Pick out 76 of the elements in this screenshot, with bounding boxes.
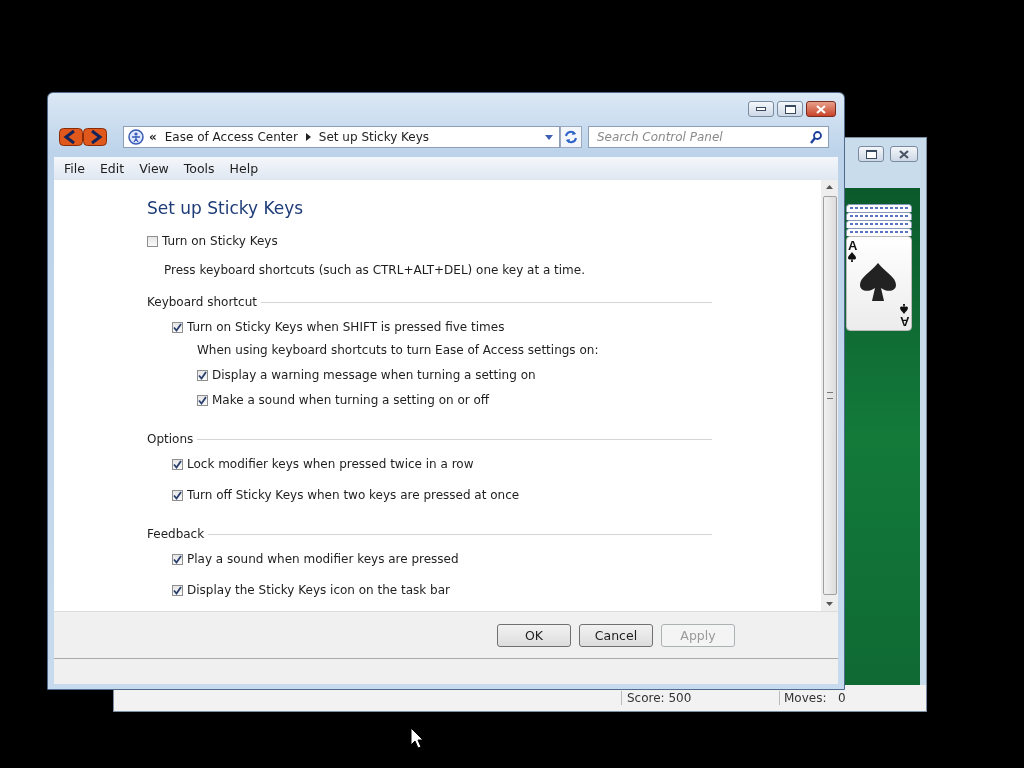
mouse-cursor bbox=[410, 727, 424, 749]
checkbox-option[interactable]: Display a warning message when turning a setting on bbox=[197, 367, 712, 383]
checkbox-option[interactable]: Play a sound when modifier keys are pressed bbox=[172, 551, 712, 567]
checkbox[interactable] bbox=[197, 369, 208, 381]
option-label: Turn off Sticky Keys when two keys are pressed at once bbox=[187, 488, 520, 502]
menu-item[interactable]: File bbox=[58, 161, 94, 176]
option-label: Lock modifier keys when pressed twice in a row bbox=[187, 457, 474, 471]
dialog-button[interactable]: OK bbox=[497, 623, 571, 647]
checkmark-icon bbox=[198, 395, 207, 405]
option-label: Turn on Sticky Keys bbox=[162, 234, 278, 248]
score-label: Score: 500 bbox=[621, 691, 692, 705]
breadcrumb-item[interactable]: Ease of Access Center bbox=[164, 130, 298, 144]
forward-button[interactable] bbox=[83, 128, 107, 146]
checkbox-option[interactable]: Turn on Sticky Keys when SHIFT is pressed five times bbox=[172, 319, 712, 335]
spade-icon bbox=[860, 263, 896, 301]
option-label: Display the Sticky Keys icon on the task bar bbox=[187, 583, 450, 597]
section-title: Keyboard shortcut bbox=[147, 295, 257, 309]
checkbox[interactable] bbox=[147, 235, 158, 247]
breadcrumb-item[interactable]: Set up Sticky Keys bbox=[318, 130, 430, 144]
menu-item[interactable]: Edit bbox=[93, 161, 134, 176]
card-rank: A bbox=[848, 239, 858, 252]
menu-item[interactable]: View bbox=[133, 161, 178, 176]
maximize-button[interactable] bbox=[777, 101, 803, 117]
dialog-button[interactable]: Cancel bbox=[579, 623, 653, 647]
section-title: Feedback bbox=[147, 527, 205, 541]
spade-icon bbox=[900, 304, 908, 314]
checkmark-icon bbox=[173, 554, 182, 564]
checkbox[interactable] bbox=[172, 458, 183, 470]
moves-label: Moves: bbox=[779, 691, 827, 705]
close-button[interactable] bbox=[806, 101, 836, 117]
instruction-text: When using keyboard shortcuts to turn Ease of Access settings on: bbox=[197, 342, 600, 358]
maximize-button[interactable] bbox=[858, 146, 884, 162]
search-field[interactable]: Search Control Panel bbox=[588, 126, 829, 148]
checkbox-option[interactable]: Turn on Sticky Keys bbox=[147, 233, 821, 249]
option-description: Press keyboard shortcuts (such as CTRL+ALT+DEL) one key at a time. bbox=[164, 263, 586, 277]
close-button[interactable] bbox=[890, 146, 918, 162]
close-icon bbox=[816, 104, 826, 114]
checkmark-icon bbox=[173, 459, 182, 469]
scroll-thumb[interactable] bbox=[822, 196, 837, 595]
checkbox[interactable] bbox=[172, 553, 183, 565]
option-label: Display a warning message when turning a setting on bbox=[212, 368, 536, 382]
checkbox[interactable] bbox=[197, 394, 208, 406]
card-rank: A bbox=[899, 315, 909, 328]
menu-item[interactable]: Tools bbox=[177, 161, 224, 176]
checkmark-icon bbox=[173, 490, 182, 500]
checkbox-option[interactable]: Make a sound when turning a setting on or off bbox=[197, 392, 712, 408]
checkbox-option[interactable]: Turn off Sticky Keys when two keys are pressed at once bbox=[172, 487, 712, 503]
option-label: Make a sound when turning a setting on or off bbox=[212, 393, 490, 407]
checkbox-option[interactable]: Lock modifier keys when pressed twice in a row bbox=[172, 456, 712, 472]
back-button[interactable] bbox=[59, 128, 83, 146]
checkbox-option[interactable]: Display the Sticky Keys icon on the task bar bbox=[172, 582, 712, 598]
scroll-up-arrow[interactable] bbox=[826, 185, 833, 189]
moves-count: 0 bbox=[838, 691, 846, 705]
checkbox[interactable] bbox=[172, 489, 183, 501]
dropdown-icon[interactable] bbox=[545, 134, 553, 140]
minimize-button[interactable] bbox=[748, 101, 774, 117]
menu-item[interactable]: Help bbox=[223, 161, 268, 176]
section-title: Options bbox=[147, 432, 194, 446]
checkmark-icon bbox=[198, 370, 207, 380]
control-panel-icon bbox=[128, 129, 144, 145]
option-label: Play a sound when modifier keys are pressed bbox=[187, 552, 459, 566]
checkbox[interactable] bbox=[172, 584, 183, 596]
page-heading: Set up Sticky Keys bbox=[147, 198, 305, 218]
search-icon bbox=[810, 131, 822, 144]
overflow-chevron[interactable]: « bbox=[149, 130, 157, 144]
close-icon bbox=[899, 149, 909, 159]
spade-icon bbox=[848, 252, 856, 262]
vertical-scrollbar[interactable] bbox=[821, 180, 838, 611]
scroll-down-arrow[interactable] bbox=[826, 602, 833, 606]
checkbox[interactable] bbox=[172, 321, 183, 333]
chevron-icon bbox=[305, 133, 311, 141]
refresh-button[interactable] bbox=[560, 126, 582, 148]
checkmark-icon bbox=[173, 585, 182, 595]
option-label: Turn on Sticky Keys when SHIFT is pressed five times bbox=[187, 320, 505, 334]
checkmark-icon bbox=[173, 322, 182, 332]
address-bar[interactable]: « Ease of Access Center Set up Sticky Keys bbox=[123, 126, 560, 148]
